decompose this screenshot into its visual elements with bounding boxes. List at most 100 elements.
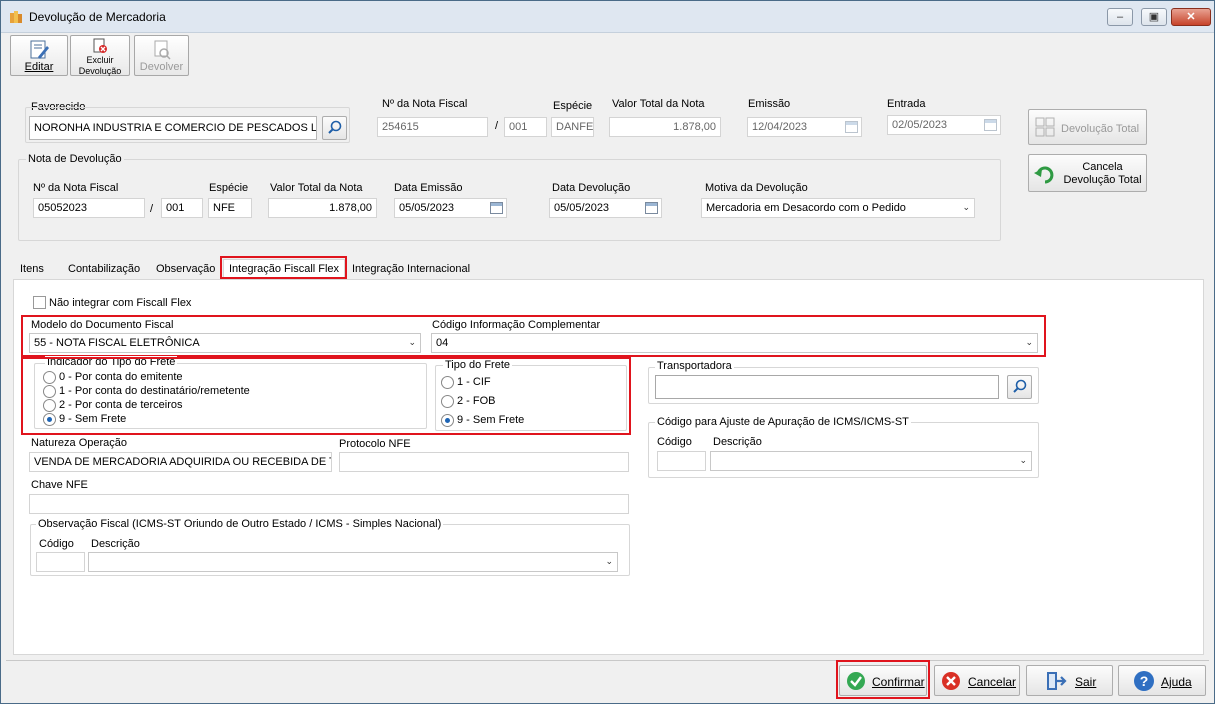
- chevron-down-icon: ⌄: [605, 556, 613, 566]
- chave-label: Chave NFE: [31, 479, 88, 491]
- chevron-down-icon: ⌄: [962, 202, 970, 212]
- tab-itens[interactable]: Itens: [15, 260, 49, 280]
- editar-button[interactable]: Editar: [10, 35, 68, 76]
- maximize-button[interactable]: ▣: [1141, 8, 1167, 26]
- sair-button[interactable]: Sair: [1026, 665, 1113, 696]
- data-devolucao-field[interactable]: 05/05/2023: [549, 198, 662, 218]
- app-icon: [10, 11, 22, 23]
- data-emissao-value: 05/05/2023: [399, 202, 455, 214]
- dev-especie-field[interactable]: NFE: [208, 198, 252, 218]
- undo-arrow-icon: [1034, 166, 1054, 184]
- transportadora-label: Transportadora: [655, 360, 734, 372]
- nao-integrar-checkbox[interactable]: [33, 296, 46, 309]
- entrada-field[interactable]: 02/05/2023: [887, 115, 1001, 135]
- motivo-select[interactable]: Mercadoria em Desacordo com o Pedido ⌄: [701, 198, 975, 218]
- motivo-label: Motiva da Devolução: [705, 182, 808, 194]
- devolver-button[interactable]: Devolver: [134, 35, 189, 76]
- ajuste-codigo-field[interactable]: [657, 451, 706, 471]
- search-icon: [1012, 379, 1026, 393]
- chave-field[interactable]: [29, 494, 629, 514]
- data-devolucao-label: Data Devolução: [552, 182, 631, 194]
- tab-integracao-internacional[interactable]: Integração Internacional: [347, 260, 475, 280]
- nf-serie-sep: /: [495, 120, 499, 132]
- dev-especie-label: Espécie: [209, 182, 249, 194]
- sair-label: Sair: [1075, 675, 1097, 689]
- tab-contabilizacao[interactable]: Contabilização: [63, 260, 145, 280]
- highlight-frete-box: [21, 357, 631, 435]
- especie-label: Espécie: [553, 100, 593, 112]
- excluir-label-1: Excluir: [86, 55, 114, 65]
- highlight-modelo-box: [21, 315, 1046, 357]
- ajuste-descricao-select[interactable]: ⌄: [710, 451, 1032, 471]
- motivo-value: Mercadoria em Desacordo com o Pedido: [706, 202, 906, 214]
- calendar-icon[interactable]: [984, 119, 997, 131]
- favorecido-search-button[interactable]: [322, 116, 347, 140]
- devolucao-total-label: Devolução Total: [1061, 123, 1140, 135]
- natureza-label: Natureza Operação: [31, 437, 127, 449]
- highlight-tab-box: [220, 256, 347, 279]
- obs-descricao-label: Descrição: [91, 538, 140, 550]
- valor-total-label: Valor Total da Nota: [612, 98, 705, 110]
- nao-integrar-label: Não integrar com Fiscall Flex: [49, 297, 192, 309]
- svg-text:?: ?: [1140, 673, 1149, 689]
- grid-icon: [1035, 117, 1055, 137]
- calendar-icon[interactable]: [490, 202, 503, 214]
- window-title: Devolução de Mercadoria: [29, 10, 166, 24]
- obs-descricao-select[interactable]: ⌄: [88, 552, 618, 572]
- dev-nf-label: Nº da Nota Fiscal: [33, 182, 119, 194]
- excluir-devolucao-button[interactable]: Excluir Devolução: [70, 35, 130, 76]
- ajuste-label: Código para Ajuste de Apuração de ICMS/I…: [655, 416, 911, 428]
- transportadora-field[interactable]: [655, 375, 999, 399]
- highlight-confirmar-box: [836, 660, 930, 699]
- ajuda-button[interactable]: ? Ajuda: [1118, 665, 1206, 696]
- main-window: Devolução de Mercadoria – ▣ ✕ Editar Exc…: [0, 0, 1215, 704]
- help-icon: ?: [1134, 671, 1154, 691]
- dev-valor-label: Valor Total da Nota: [270, 182, 363, 194]
- especie-field[interactable]: DANFE: [551, 117, 594, 137]
- entrada-label: Entrada: [887, 98, 926, 110]
- data-emissao-field[interactable]: 05/05/2023: [394, 198, 507, 218]
- cancelar-button[interactable]: Cancelar: [934, 665, 1020, 696]
- delete-document-icon: [93, 38, 107, 53]
- ajuste-codigo-label: Código: [657, 436, 692, 448]
- ajuste-descricao-label: Descrição: [713, 436, 762, 448]
- obs-codigo-label: Código: [39, 538, 74, 550]
- editar-label: Editar: [24, 61, 54, 73]
- nf-serie-field[interactable]: 001: [504, 117, 547, 137]
- dev-serie-field[interactable]: 001: [161, 198, 203, 218]
- cancel-circle-icon: [942, 672, 960, 690]
- tab-observacao[interactable]: Observação: [151, 260, 220, 280]
- exit-door-icon: [1047, 672, 1067, 690]
- search-document-icon: [154, 40, 171, 60]
- devolucao-total-button[interactable]: Devolução Total: [1028, 109, 1147, 145]
- excluir-label-2: Devolução: [78, 66, 122, 76]
- data-devolucao-value: 05/05/2023: [554, 202, 610, 214]
- calendar-icon[interactable]: [845, 121, 858, 133]
- emissao-field[interactable]: 12/04/2023: [747, 117, 862, 137]
- title-bar: Devolução de Mercadoria – ▣ ✕: [1, 1, 1214, 33]
- nf-field[interactable]: 254615: [377, 117, 488, 137]
- search-icon: [327, 120, 341, 134]
- emissao-label: Emissão: [748, 98, 791, 110]
- ajuda-label: Ajuda: [1161, 675, 1192, 689]
- cancela-label-2: Devolução Total: [1063, 174, 1142, 186]
- protocolo-field[interactable]: [339, 452, 629, 472]
- emissao-value: 12/04/2023: [752, 121, 808, 133]
- devolver-label: Devolver: [139, 61, 184, 73]
- dev-valor-field[interactable]: 1.878,00: [268, 198, 377, 218]
- favorecido-field[interactable]: NORONHA INDUSTRIA E COMERCIO DE PESCADOS…: [29, 116, 317, 140]
- dev-serie-sep: /: [150, 203, 154, 215]
- natureza-field[interactable]: VENDA DE MERCADORIA ADQUIRIDA OU RECEBID…: [29, 452, 332, 472]
- dev-nf-field[interactable]: 05052023: [33, 198, 145, 218]
- minimize-button[interactable]: –: [1107, 8, 1133, 26]
- close-button[interactable]: ✕: [1171, 8, 1211, 26]
- valor-total-field[interactable]: 1.878,00: [609, 117, 721, 137]
- protocolo-label: Protocolo NFE: [339, 438, 411, 450]
- cancelar-label: Cancelar: [968, 675, 1017, 689]
- transportadora-search-button[interactable]: [1007, 375, 1032, 399]
- cancela-devolucao-total-button[interactable]: Cancela Devolução Total: [1028, 154, 1147, 192]
- obs-codigo-field[interactable]: [36, 552, 85, 572]
- calendar-icon[interactable]: [645, 202, 658, 214]
- nf-label: Nº da Nota Fiscal: [382, 98, 468, 110]
- entrada-value: 02/05/2023: [892, 119, 948, 131]
